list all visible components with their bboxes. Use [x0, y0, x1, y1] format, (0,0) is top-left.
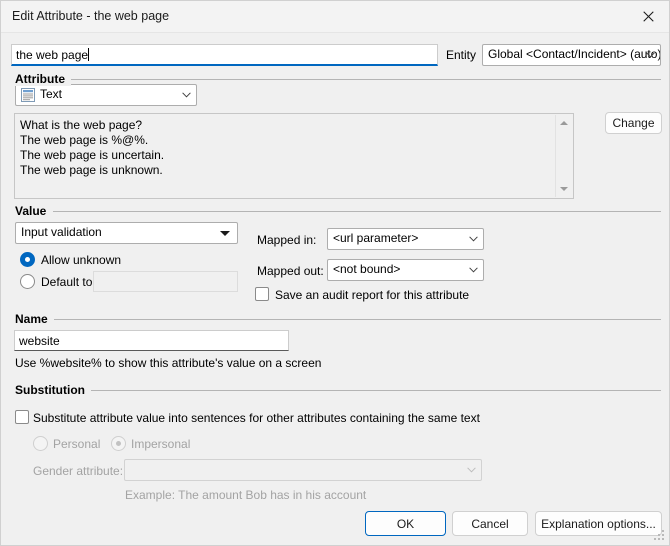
change-button-label: Change	[612, 116, 655, 130]
triangle-up-icon	[560, 121, 568, 125]
impersonal-label: Impersonal	[131, 437, 191, 451]
audit-report-label: Save an audit report for this attribute	[275, 288, 470, 302]
impersonal-radio[interactable]	[111, 436, 126, 451]
default-to-radio[interactable]	[20, 274, 35, 289]
change-button[interactable]: Change	[605, 112, 662, 134]
triangle-down-icon	[220, 231, 230, 236]
audit-report-checkbox[interactable]	[255, 287, 269, 301]
chevron-down-icon	[469, 236, 478, 242]
allow-unknown-radio[interactable]	[20, 252, 35, 267]
ok-button[interactable]: OK	[365, 511, 446, 536]
attribute-type-dropdown[interactable]: Text	[15, 84, 197, 106]
scroll-up-arrow[interactable]	[556, 115, 572, 131]
titlebar: Edit Attribute - the web page	[1, 1, 669, 33]
substitute-checkbox[interactable]	[15, 410, 29, 424]
attribute-group-line	[71, 79, 661, 80]
entity-label: Entity	[446, 48, 477, 62]
mapped-in-label: Mapped in:	[257, 233, 317, 247]
edit-attribute-dialog: Edit Attribute - the web page the web pa…	[0, 0, 670, 546]
entity-dropdown[interactable]: Global <Contact/Incident> (auto)	[482, 44, 661, 66]
cancel-button-label: Cancel	[471, 516, 509, 531]
attribute-text-value: the web page	[16, 48, 89, 62]
window-title: Edit Attribute - the web page	[12, 9, 170, 23]
resize-grip[interactable]	[654, 530, 666, 542]
text-document-icon	[21, 88, 35, 102]
substitute-label: Substitute attribute value into sentence…	[33, 411, 480, 425]
explanation-options-label: Explanation options...	[541, 516, 656, 531]
attribute-group-label: Attribute	[15, 72, 71, 86]
text-caret	[88, 48, 90, 61]
sentences-textbox[interactable]: What is the web page? The web page is %@…	[14, 113, 574, 199]
chevron-down-icon	[646, 52, 655, 58]
substitution-group-label: Substitution	[15, 383, 91, 397]
default-to-label: Default to:	[41, 275, 96, 289]
mapped-out-value: <not bound>	[333, 262, 401, 276]
allow-unknown-label: Allow unknown	[41, 253, 122, 267]
mapped-out-dropdown[interactable]: <not bound>	[327, 259, 484, 281]
ok-button-label: OK	[396, 516, 415, 531]
personal-label: Personal	[53, 437, 101, 451]
name-hint: Use %website% to show this attribute's v…	[15, 356, 322, 370]
close-button[interactable]	[625, 1, 669, 32]
mapped-out-label: Mapped out:	[257, 264, 324, 278]
personal-radio[interactable]	[33, 436, 48, 451]
name-group-label: Name	[15, 312, 54, 326]
gender-example-text: Example: The amount Bob has in his accou…	[125, 488, 367, 502]
name-group-line	[53, 319, 661, 320]
substitution-group-line	[91, 390, 661, 391]
mapped-in-value: <url parameter>	[333, 231, 419, 245]
gender-attribute-label: Gender attribute:	[33, 464, 124, 478]
validation-dropdown[interactable]: Input validation	[15, 222, 238, 244]
name-input[interactable]: website	[14, 330, 289, 351]
name-value: website	[19, 334, 60, 348]
value-group-line	[53, 211, 661, 212]
validation-value: Input validation	[21, 225, 102, 239]
default-to-input[interactable]	[93, 271, 238, 292]
sentences-text: What is the web page? The web page is %@…	[20, 118, 165, 177]
sentences-scrollbar[interactable]	[555, 115, 572, 197]
chevron-down-icon	[182, 92, 191, 98]
chevron-down-icon	[469, 267, 478, 273]
value-group-label: Value	[15, 204, 53, 218]
gender-attribute-dropdown[interactable]	[124, 459, 482, 481]
chevron-down-icon	[467, 467, 476, 473]
explanation-options-button[interactable]: Explanation options...	[535, 511, 662, 536]
scroll-down-arrow[interactable]	[556, 181, 572, 197]
triangle-down-icon	[560, 187, 568, 191]
cancel-button[interactable]: Cancel	[452, 511, 528, 536]
entity-value: Global <Contact/Incident> (auto)	[488, 47, 661, 61]
mapped-in-dropdown[interactable]: <url parameter>	[327, 228, 484, 250]
attribute-text-input[interactable]: the web page	[11, 44, 438, 66]
attribute-type-value: Text	[40, 87, 63, 101]
close-icon	[642, 11, 654, 22]
